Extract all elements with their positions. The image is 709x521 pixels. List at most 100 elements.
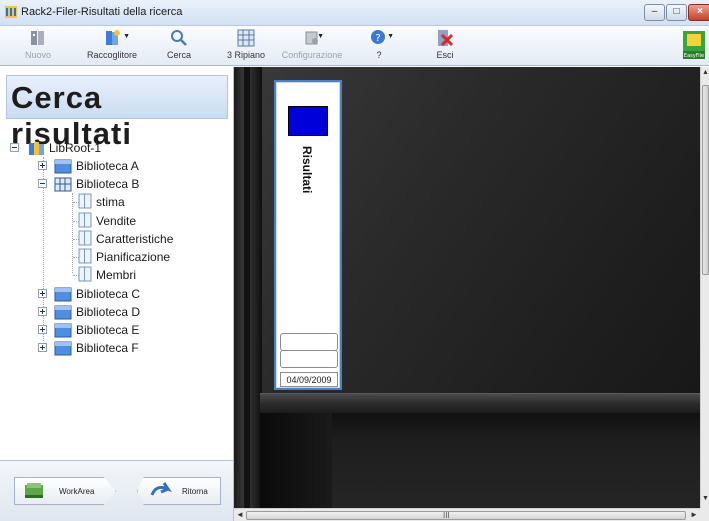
tree-child-stima[interactable]: stima: [78, 193, 208, 211]
scroll-left-icon[interactable]: ◄: [236, 510, 244, 519]
expand-toggle[interactable]: [38, 307, 47, 316]
expand-toggle[interactable]: [38, 343, 47, 352]
shelf-post: [234, 67, 262, 508]
tree-item-label: Biblioteca B: [76, 177, 140, 191]
library-icon: [54, 287, 72, 302]
toolbar-search-label: Cerca: [166, 50, 191, 60]
tree-item-label: Biblioteca C: [76, 287, 141, 301]
collapse-toggle[interactable]: [10, 143, 19, 152]
toolbar-binder-button[interactable]: ▼ Raccoglitore: [84, 28, 140, 60]
tree-item-biblioteca-f[interactable]: Biblioteca F: [30, 339, 210, 357]
library-icon: [54, 323, 72, 338]
svg-text:?: ?: [375, 33, 380, 44]
toolbar-new-label: Nuovo: [24, 50, 51, 60]
maximize-icon: □: [673, 6, 680, 17]
binder-label-slot: [280, 333, 338, 351]
shelf-grid-icon: [237, 29, 255, 47]
toolbar-settings-button[interactable]: ▼ Configurazione: [280, 28, 344, 60]
chevron-down-icon: ▼: [387, 33, 394, 40]
search-icon: [171, 30, 187, 46]
binder-spine-label: Risultati: [300, 146, 314, 194]
scrollbar-corner: [700, 508, 709, 521]
ritorna-label: Ritorna: [182, 487, 208, 496]
tree-child-label: Membri: [96, 268, 137, 282]
toolbar-help-button[interactable]: ? ▼ ?: [366, 28, 394, 60]
tree-item-biblioteca-d[interactable]: Biblioteca D: [30, 303, 210, 321]
tree-item-label: Biblioteca F: [76, 341, 139, 355]
tree-item-label: Biblioteca A: [76, 159, 139, 173]
results-header: Cerca risultati: [6, 75, 228, 151]
left-panel: Cerca risultati LibRoot-1 Biblioteca A B…: [0, 67, 234, 521]
expand-toggle[interactable]: [38, 325, 47, 334]
toolbar-exit-label: Esci: [436, 50, 454, 60]
title-bar: Rack2-Filer-Risultati della ricerca – □ …: [0, 0, 709, 26]
library-root-icon: [29, 142, 44, 155]
toolbar-settings-label: Configurazione: [281, 50, 343, 60]
chevron-down-icon: ▼: [317, 33, 324, 40]
tree-child-label: stima: [96, 195, 125, 209]
tree-item-biblioteca-b[interactable]: Biblioteca B: [30, 175, 210, 193]
navigation-bar: WorkArea Ritorna: [0, 460, 233, 521]
tree-item-label: Biblioteca E: [76, 323, 140, 337]
exit-icon: [438, 30, 454, 47]
scroll-right-icon[interactable]: ►: [690, 510, 698, 519]
vertical-scroll-thumb[interactable]: [702, 85, 709, 275]
chevron-down-icon: ▼: [123, 33, 130, 40]
new-binder-icon: [31, 31, 44, 45]
library-icon: [54, 341, 72, 356]
workarea-icon: [25, 483, 43, 498]
toolbar-exit-button[interactable]: Esci: [430, 28, 460, 60]
scroll-up-icon[interactable]: ▲: [701, 69, 709, 76]
svg-text:EasyFile: EasyFile: [684, 53, 704, 59]
tree-line: [72, 193, 73, 273]
workarea-label: WorkArea: [59, 487, 95, 496]
toolbar: Nuovo ▼ Raccoglitore Cerca 3 Ripiano ▼ C…: [0, 26, 709, 66]
window-title: Rack2-Filer-Risultati della ricerca: [21, 6, 183, 18]
vertical-scrollbar[interactable]: ▲ ▼: [700, 67, 709, 508]
toolbar-help-label: ?: [376, 50, 382, 60]
tree-child-pianificazione[interactable]: Pianificazione: [78, 248, 208, 266]
workarea-button[interactable]: WorkArea: [14, 477, 116, 505]
toolbar-new-button[interactable]: Nuovo: [18, 28, 58, 60]
toolbar-shelf-label: 3 Ripiano: [226, 50, 266, 60]
binder-menu-icon: [106, 30, 120, 45]
close-button[interactable]: ×: [688, 4, 709, 21]
tree-child-caratteristiche[interactable]: Caratteristiche: [78, 230, 208, 248]
binder-icon: [78, 266, 92, 282]
toolbar-binder-label: Raccoglitore: [86, 50, 138, 60]
library-icon: [54, 159, 72, 174]
scroll-grip: III: [443, 511, 450, 520]
easyfile-logo[interactable]: EasyFile: [683, 31, 705, 59]
binder-risultati[interactable]: Risultati 04/09/2009: [274, 80, 342, 390]
library-open-icon: [54, 177, 72, 192]
tree-child-vendite[interactable]: Vendite: [78, 212, 208, 230]
expand-toggle[interactable]: [38, 289, 47, 298]
lower-shelf: [260, 413, 700, 508]
toolbar-search-button[interactable]: Cerca: [162, 28, 196, 60]
return-arrow-icon: [150, 482, 172, 496]
scroll-down-icon[interactable]: ▼: [701, 495, 709, 502]
collapse-toggle[interactable]: [38, 179, 47, 188]
binder-color-swatch: [287, 105, 329, 137]
app-icon: [5, 6, 17, 18]
ritorna-button[interactable]: Ritorna: [137, 477, 221, 505]
toolbar-shelf-button[interactable]: 3 Ripiano: [226, 28, 266, 60]
tree-item-biblioteca-a[interactable]: Biblioteca A: [30, 157, 210, 175]
binder-date: 04/09/2009: [280, 372, 338, 387]
tree-item-biblioteca-e[interactable]: Biblioteca E: [30, 321, 210, 339]
binder-icon: [78, 193, 92, 209]
expand-toggle[interactable]: [38, 161, 47, 170]
minimize-button[interactable]: –: [644, 4, 665, 21]
binder-icon: [78, 212, 92, 228]
library-icon: [54, 305, 72, 320]
tree-child-membri[interactable]: Membri: [78, 266, 208, 284]
binder-label-slot: [280, 350, 338, 368]
horizontal-scrollbar[interactable]: ◄ III ►: [234, 508, 700, 521]
tree-child-label: Caratteristiche: [96, 232, 174, 246]
tree-root[interactable]: LibRoot-1: [8, 139, 208, 157]
tree-item-biblioteca-c[interactable]: Biblioteca C: [30, 285, 210, 303]
tree-child-label: Vendite: [96, 214, 137, 228]
horizontal-scroll-thumb[interactable]: III: [246, 511, 686, 520]
maximize-button[interactable]: □: [666, 4, 687, 21]
tree-item-label: Biblioteca D: [76, 305, 141, 319]
